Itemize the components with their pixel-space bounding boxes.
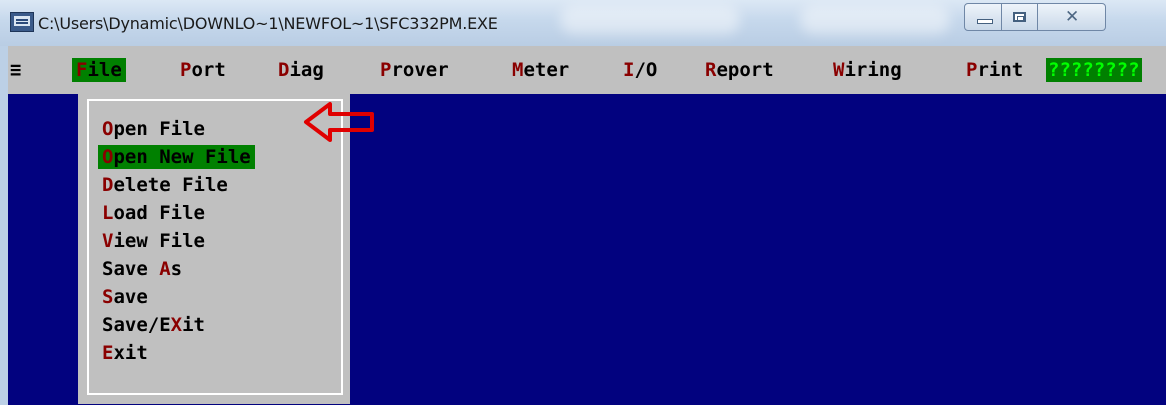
- menu-wiring[interactable]: Wiring: [833, 58, 902, 82]
- maximize-icon: [1013, 12, 1026, 22]
- menu-item-delete-file[interactable]: Delete File: [98, 173, 232, 197]
- left-arrow-annotation: [304, 102, 374, 142]
- menu-item-save-as[interactable]: Save As: [98, 257, 186, 281]
- menu-bar: ≡ File Port Diag Prover Meter I/O Report…: [8, 46, 1166, 94]
- menu-meter[interactable]: Meter: [512, 58, 569, 82]
- minimize-icon: [977, 19, 993, 24]
- menu-item-open-file[interactable]: Open File: [98, 117, 209, 141]
- close-icon: ✕: [1065, 7, 1080, 27]
- maximize-button[interactable]: [1002, 3, 1038, 31]
- glass-reflection: [800, 6, 950, 34]
- console-window: C:\Users\Dynamic\DOWNLO~1\NEWFOL~1\SFC33…: [0, 0, 1166, 405]
- menu-prover[interactable]: Prover: [380, 58, 449, 82]
- console-app-icon[interactable]: [10, 12, 34, 32]
- window-title: C:\Users\Dynamic\DOWNLO~1\NEWFOL~1\SFC33…: [38, 14, 498, 33]
- menu-item-save-exit[interactable]: Save/EXit: [98, 313, 209, 337]
- menu-port[interactable]: Port: [180, 58, 226, 82]
- menu-item-view-file[interactable]: View File: [98, 229, 209, 253]
- menu-report[interactable]: Report: [705, 58, 774, 82]
- menu-file[interactable]: File: [72, 58, 126, 82]
- menu-print[interactable]: Print: [966, 58, 1023, 82]
- system-menu-icon[interactable]: ≡: [10, 58, 22, 82]
- title-bar[interactable]: C:\Users\Dynamic\DOWNLO~1\NEWFOL~1\SFC33…: [0, 0, 1166, 46]
- menu-item-save[interactable]: Save: [98, 285, 152, 309]
- minimize-button[interactable]: [964, 3, 1002, 31]
- menu-diag[interactable]: Diag: [278, 58, 324, 82]
- close-button[interactable]: ✕: [1038, 3, 1106, 31]
- menu-item-load-file[interactable]: Load File: [98, 201, 209, 225]
- menu-item-exit[interactable]: Exit: [98, 341, 152, 365]
- glass-reflection: [560, 6, 740, 34]
- menu-help[interactable]: ????????: [1046, 58, 1142, 82]
- menu-io[interactable]: I/O: [623, 58, 657, 82]
- console-area: ≡ File Port Diag Prover Meter I/O Report…: [8, 46, 1166, 405]
- menu-item-open-new-file[interactable]: Open New File: [98, 145, 255, 169]
